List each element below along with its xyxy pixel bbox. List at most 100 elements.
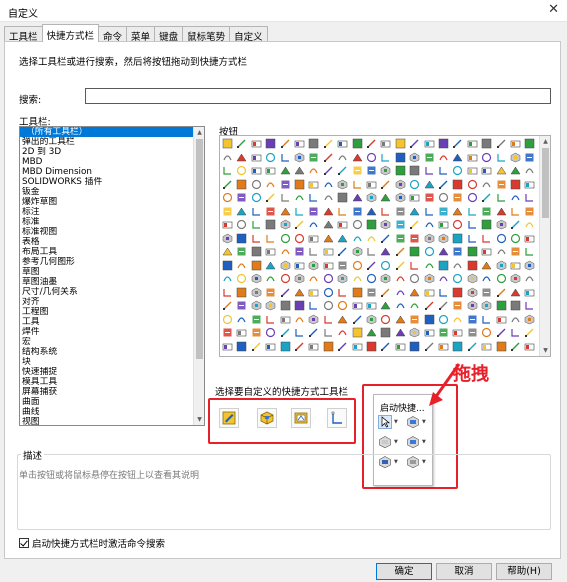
command-button-icon[interactable]	[467, 260, 478, 271]
command-button-icon[interactable]	[395, 246, 406, 257]
command-button-icon[interactable]	[496, 341, 507, 352]
command-button-icon[interactable]	[352, 327, 363, 338]
command-button-icon[interactable]	[424, 327, 435, 338]
command-button-icon[interactable]	[337, 300, 348, 311]
command-button-icon[interactable]	[438, 192, 449, 203]
command-button-icon[interactable]	[265, 152, 276, 163]
command-button-icon[interactable]	[323, 246, 334, 257]
command-button-icon[interactable]	[280, 287, 291, 298]
command-button-icon[interactable]	[395, 165, 406, 176]
command-button-icon[interactable]	[409, 287, 420, 298]
command-button-icon[interactable]	[524, 327, 535, 338]
command-button-icon[interactable]	[467, 314, 478, 325]
command-button-icon[interactable]	[395, 260, 406, 271]
command-button-icon[interactable]	[352, 206, 363, 217]
command-button-icon[interactable]	[352, 300, 363, 311]
command-button-icon[interactable]	[294, 138, 305, 149]
command-button-icon[interactable]	[280, 219, 291, 230]
command-button-icon[interactable]	[438, 287, 449, 298]
command-button-icon[interactable]	[323, 219, 334, 230]
command-button-icon[interactable]	[308, 138, 319, 149]
command-button-icon[interactable]	[467, 233, 478, 244]
command-button-icon[interactable]	[222, 138, 233, 149]
command-button-icon[interactable]	[510, 165, 521, 176]
toolbar-list-item[interactable]: 曲面	[20, 397, 194, 407]
toolbar-list-item[interactable]: 表格	[20, 237, 194, 247]
command-button-icon[interactable]	[294, 260, 305, 271]
command-button-icon[interactable]	[524, 152, 535, 163]
command-button-icon[interactable]	[352, 273, 363, 284]
command-button-icon[interactable]	[395, 138, 406, 149]
command-button-icon[interactable]	[438, 314, 449, 325]
command-button-icon[interactable]	[496, 327, 507, 338]
command-button-icon[interactable]	[337, 206, 348, 217]
command-button-icon[interactable]	[510, 314, 521, 325]
command-button-icon[interactable]	[424, 314, 435, 325]
command-button-icon[interactable]	[280, 192, 291, 203]
command-button-icon[interactable]	[280, 300, 291, 311]
command-button-icon[interactable]	[366, 314, 377, 325]
command-button-icon[interactable]	[366, 165, 377, 176]
command-button-icon[interactable]	[424, 219, 435, 230]
command-button-icon[interactable]	[380, 260, 391, 271]
ok-button[interactable]: 确定	[376, 563, 432, 580]
tab-keyboard[interactable]: 键盘	[154, 26, 184, 43]
command-button-icon[interactable]	[424, 341, 435, 352]
command-button-icon[interactable]	[380, 233, 391, 244]
command-button-icon[interactable]	[424, 300, 435, 311]
command-button-icon[interactable]	[352, 138, 363, 149]
command-button-icon[interactable]	[366, 327, 377, 338]
command-button-icon[interactable]	[524, 233, 535, 244]
command-button-icon[interactable]	[308, 327, 319, 338]
command-button-icon[interactable]	[409, 246, 420, 257]
command-button-icon[interactable]	[323, 192, 334, 203]
command-button-icon[interactable]	[395, 233, 406, 244]
command-button-icon[interactable]	[366, 341, 377, 352]
help-button[interactable]: 帮助(H)	[496, 563, 552, 580]
command-button-icon[interactable]	[294, 300, 305, 311]
command-button-icon[interactable]	[265, 287, 276, 298]
command-button-icon[interactable]	[438, 233, 449, 244]
command-button-icon[interactable]	[251, 192, 262, 203]
command-button-icon[interactable]	[337, 273, 348, 284]
command-button-icon[interactable]	[236, 206, 247, 217]
command-button-icon[interactable]	[323, 341, 334, 352]
command-button-icon[interactable]	[380, 287, 391, 298]
command-button-icon[interactable]	[308, 287, 319, 298]
command-button-icon[interactable]	[222, 341, 233, 352]
activate-search-option[interactable]: 启动快捷方式栏时激活命令搜索	[19, 536, 165, 550]
command-button-icon[interactable]	[308, 273, 319, 284]
command-button-icon[interactable]	[280, 273, 291, 284]
shortcut-bar-sketch-button[interactable]	[219, 408, 239, 428]
command-button-icon[interactable]	[280, 341, 291, 352]
command-button-icon[interactable]	[251, 152, 262, 163]
command-button-icon[interactable]	[337, 233, 348, 244]
toolbar-list-item[interactable]: 钣金	[20, 187, 194, 197]
command-button-icon[interactable]	[424, 138, 435, 149]
shortcut-bar-drawing-button[interactable]	[291, 408, 311, 428]
command-button-icon[interactable]	[510, 287, 521, 298]
command-button-icon[interactable]	[452, 206, 463, 217]
command-button-icon[interactable]	[294, 165, 305, 176]
command-button-icon[interactable]	[409, 341, 420, 352]
command-button-icon[interactable]	[323, 152, 334, 163]
command-button-icon[interactable]	[222, 192, 233, 203]
command-button-icon[interactable]	[424, 233, 435, 244]
close-icon[interactable]: ✕	[548, 2, 559, 17]
command-button-icon[interactable]	[481, 233, 492, 244]
command-button-icon[interactable]	[265, 165, 276, 176]
command-button-icon[interactable]	[323, 260, 334, 271]
command-button-icon[interactable]	[251, 246, 262, 257]
command-button-icon[interactable]	[380, 219, 391, 230]
command-button-icon[interactable]	[438, 165, 449, 176]
command-button-icon[interactable]	[222, 233, 233, 244]
shortcut-bar-part-button[interactable]	[257, 408, 277, 428]
command-button-icon[interactable]	[323, 165, 334, 176]
command-button-icon[interactable]	[496, 165, 507, 176]
command-button-icon[interactable]	[337, 314, 348, 325]
command-button-icon[interactable]	[352, 246, 363, 257]
command-button-icon[interactable]	[222, 152, 233, 163]
command-button-icon[interactable]	[280, 138, 291, 149]
command-button-icon[interactable]	[524, 206, 535, 217]
command-button-icon[interactable]	[510, 219, 521, 230]
